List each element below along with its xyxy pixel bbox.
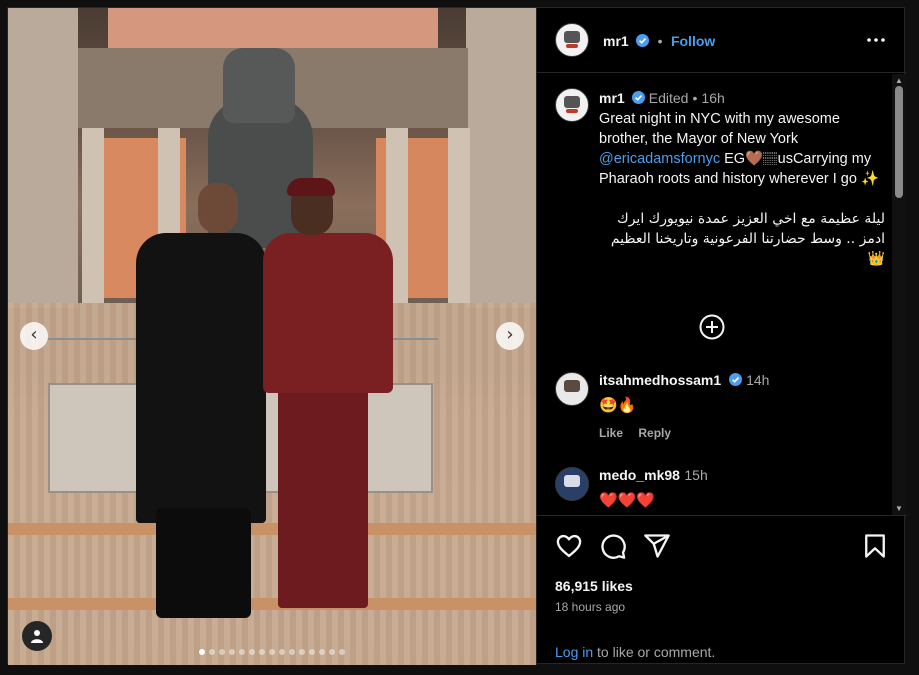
photo-floor-band xyxy=(8,523,536,535)
scrollbar-thumb[interactable] xyxy=(895,86,903,198)
avatar-image xyxy=(564,380,580,393)
comment-time[interactable]: 15h xyxy=(684,467,707,483)
carousel-prev-button[interactable]: ‹ xyxy=(20,322,48,350)
login-link[interactable]: Log in xyxy=(555,644,593,660)
user-tag-icon xyxy=(31,630,43,643)
comment-icon[interactable] xyxy=(599,532,627,560)
scroll-up-arrow-icon[interactable]: ▲ xyxy=(894,76,904,85)
header-username[interactable]: mr1 xyxy=(603,33,629,49)
carousel-next-button[interactable]: › xyxy=(496,322,524,350)
avatar-image xyxy=(564,96,580,109)
comment-like-button[interactable]: Like xyxy=(599,426,623,440)
post-actions: 86,915 likes 18 hours ago Log in to like… xyxy=(537,515,907,665)
carousel-dot[interactable] xyxy=(269,649,275,655)
carousel-dot[interactable] xyxy=(259,649,265,655)
carousel-dot[interactable] xyxy=(319,649,325,655)
carousel-dot[interactable] xyxy=(199,649,205,655)
comment-time[interactable]: 14h xyxy=(746,372,769,388)
verified-icon xyxy=(636,34,650,47)
header-user-line: mr1 • Follow xyxy=(603,33,715,51)
photo-person-right-legs xyxy=(278,388,368,608)
photo-wall-right xyxy=(466,8,536,308)
add-circle-icon[interactable] xyxy=(699,314,725,340)
heart-icon[interactable] xyxy=(555,532,583,560)
carousel-dot[interactable] xyxy=(329,649,335,655)
post-caption: mr1 Edited • 16h Great night in NYC with… xyxy=(555,88,885,269)
comment-item: medo_mk98 15h ❤️❤️❤️ xyxy=(555,467,885,509)
avatar[interactable] xyxy=(555,23,589,57)
comment-body: medo_mk98 15h ❤️❤️❤️ xyxy=(599,467,885,509)
comment-username[interactable]: itsahmedhossam1 xyxy=(599,372,721,388)
post-header: mr1 • Follow xyxy=(537,8,906,73)
carousel-dot[interactable] xyxy=(229,649,235,655)
photo-person-left-legs xyxy=(156,508,251,618)
post-modal: ‹ › mr1 • Follow mr1 Edited • 16h Great … xyxy=(7,7,907,665)
avatar-image-accent xyxy=(565,109,579,113)
comment-actions: Like Reply xyxy=(599,426,885,440)
caption-arabic-text: ليلة عظيمة مع اخي العزيز عمدة نيويورك اي… xyxy=(610,211,885,267)
photo-wall-left xyxy=(8,8,78,308)
comment-body: itsahmedhossam1 14h 🤩🔥 Like Reply xyxy=(599,372,885,440)
carousel-dot[interactable] xyxy=(249,649,255,655)
comment-reply-button[interactable]: Reply xyxy=(638,426,671,440)
avatar-image-accent xyxy=(565,44,579,48)
commenter-avatar[interactable] xyxy=(555,372,589,406)
caption-header-line: mr1 Edited • 16h xyxy=(599,88,885,109)
post-side-panel: mr1 • Follow mr1 Edited • 16h Great nigh… xyxy=(536,8,907,665)
caption-time[interactable]: 16h xyxy=(701,90,724,106)
bookmark-icon[interactable] xyxy=(861,532,889,560)
caption-body: mr1 Edited • 16h Great night in NYC with… xyxy=(599,88,885,269)
post-time-ago[interactable]: 18 hours ago xyxy=(555,600,625,614)
photo-person-left-head xyxy=(198,183,238,233)
comment-item: itsahmedhossam1 14h 🤩🔥 Like Reply xyxy=(555,372,885,440)
post-photo[interactable]: ‹ › xyxy=(8,8,536,665)
share-icon[interactable] xyxy=(643,532,671,560)
verified-icon xyxy=(728,373,742,386)
header-separator: • xyxy=(657,33,663,49)
login-prompt: Log in to like or comment. xyxy=(555,644,715,660)
photo-column xyxy=(82,128,104,303)
avatar-image xyxy=(564,475,580,488)
likes-count[interactable]: 86,915 likes xyxy=(555,578,633,594)
photo-statue-head xyxy=(223,48,295,123)
photo-column xyxy=(448,128,470,303)
comment-text: ❤️❤️❤️ xyxy=(599,491,656,509)
carousel-dot[interactable] xyxy=(309,649,315,655)
verified-icon xyxy=(631,91,645,104)
carousel-dot[interactable] xyxy=(239,649,245,655)
photo-floor-band xyxy=(8,598,536,610)
carousel-dots xyxy=(8,642,536,660)
login-prompt-text: to like or comment. xyxy=(593,644,716,660)
comment-text: 🤩🔥 xyxy=(599,396,637,414)
user-tag-button[interactable] xyxy=(22,621,52,651)
caption-username[interactable]: mr1 xyxy=(599,90,625,106)
comment-username[interactable]: medo_mk98 xyxy=(599,467,680,483)
carousel-dot[interactable] xyxy=(339,649,345,655)
caption-text-part1: Great night in NYC with my awesome broth… xyxy=(599,111,840,147)
caption-edited-label: Edited xyxy=(648,90,689,106)
comments-scrollbar[interactable]: ▲ ▼ xyxy=(892,74,906,515)
commenter-avatar[interactable] xyxy=(555,467,589,501)
carousel-dot[interactable] xyxy=(209,649,215,655)
avatar[interactable] xyxy=(555,88,589,122)
scroll-down-arrow-icon[interactable]: ▼ xyxy=(894,504,904,513)
more-horizontal-icon[interactable] xyxy=(864,28,888,52)
follow-button[interactable]: Follow xyxy=(671,33,715,49)
photo-person-right-hat xyxy=(287,178,335,196)
avatar-image xyxy=(564,31,580,44)
carousel-dot[interactable] xyxy=(299,649,305,655)
photo-person-left xyxy=(136,233,266,523)
carousel-dot[interactable] xyxy=(279,649,285,655)
carousel-dot[interactable] xyxy=(219,649,225,655)
comments-area[interactable]: mr1 Edited • 16h Great night in NYC with… xyxy=(537,74,907,515)
carousel-dot[interactable] xyxy=(289,649,295,655)
photo-person-right xyxy=(263,233,393,393)
caption-dot: • xyxy=(692,90,698,106)
caption-mention-link[interactable]: @ericadamsfornyc xyxy=(599,151,720,167)
caption-text: Great night in NYC with my awesome broth… xyxy=(599,109,885,189)
